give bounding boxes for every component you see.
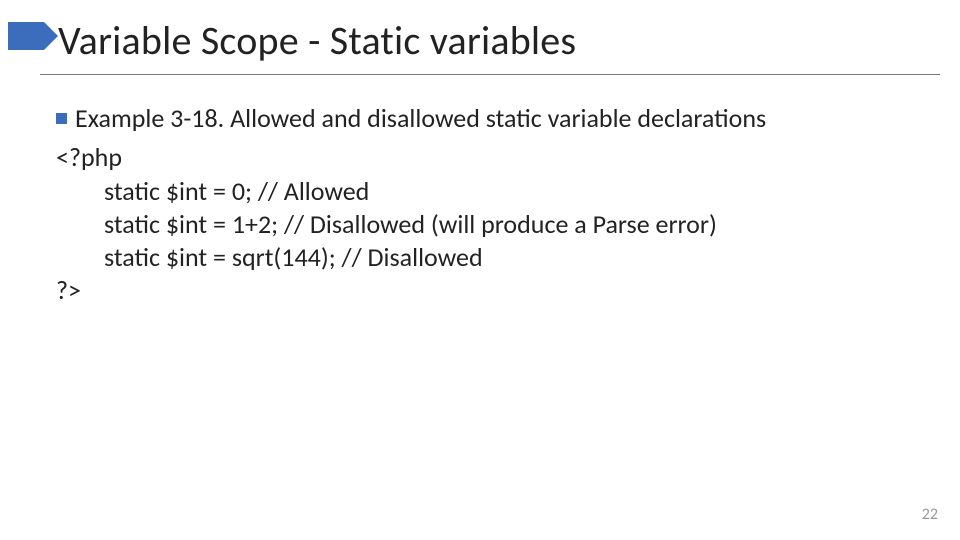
code-line-open: <?php <box>56 141 920 174</box>
code-line-3: static $int = sqrt(144); // Disallowed <box>56 241 920 274</box>
slide-body: Example 3-18. Allowed and disallowed sta… <box>56 102 920 308</box>
code-line-1: static $int = 0; // Allowed <box>56 175 920 208</box>
code-line-2: static $int = 1+2; // Disallowed (will p… <box>56 208 920 241</box>
bullet-item: Example 3-18. Allowed and disallowed sta… <box>56 102 920 135</box>
accent-arrow-icon <box>44 22 58 50</box>
code-block: <?php static $int = 0; // Allowed static… <box>56 141 920 307</box>
page-number: 22 <box>922 505 938 524</box>
code-line-close: ?> <box>56 274 920 307</box>
title-rule <box>40 74 940 75</box>
accent-bar <box>8 22 44 50</box>
slide-title: Variable Scope - Static variables <box>58 16 576 65</box>
bullet-text: Example 3-18. Allowed and disallowed sta… <box>75 102 766 135</box>
bullet-square-icon <box>56 113 67 124</box>
slide: Variable Scope - Static variables Exampl… <box>0 0 960 540</box>
